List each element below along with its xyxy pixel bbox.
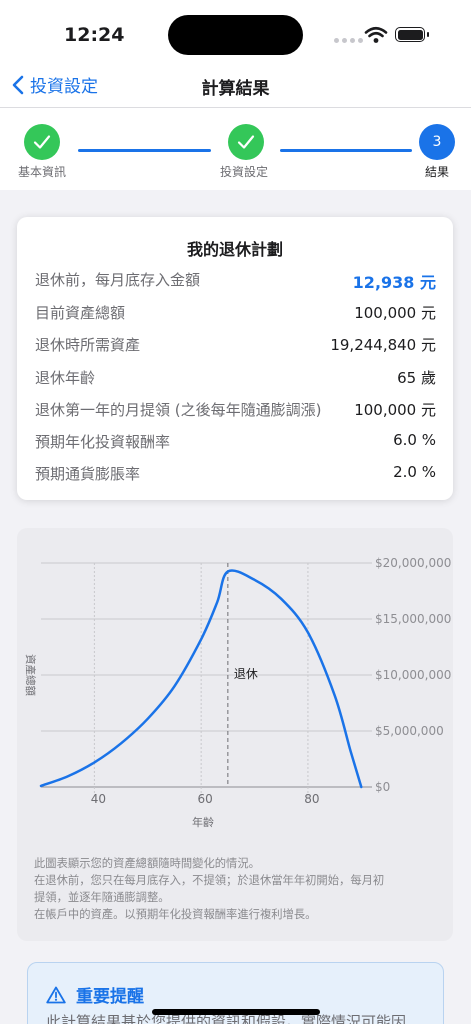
step-1-label: 基本資訊 [18,165,67,179]
x-axis-label: 年齡 [192,815,214,829]
asset-series-line [39,569,363,789]
step-2-done [228,124,264,160]
step-3-number: 3 [432,134,442,150]
retirement-marker-label: 退休 [234,667,258,681]
chart-note-line: 提領，並逐年隨通膨調整。 [34,891,170,904]
summary-row-monthly-deposit: 退休前，每月底存入金額 12,938 元 [35,269,436,293]
y-tick-label: $5,000,000 [375,724,444,738]
row-label: 預期通貨膨脹率 [35,465,141,483]
summary-row-return-rate: 預期年化投資報酬率 6.0 % [35,431,436,452]
summary-row-inflation-rate: 預期通貨膨脹率 2.0 % [35,463,436,484]
row-label: 退休時所需資產 [35,336,141,354]
notice-header: 重要提醒 [46,982,144,1007]
chart-note-line: 此圖表顯示您的資產總額隨時間變化的情況。 [34,857,260,870]
row-label: 退休前，每月底存入金額 [35,271,201,289]
row-value-highlight: 12,938 元 [352,273,436,292]
dynamic-island [168,15,303,55]
summary-row-retirement-age: 退休年齡 65 歲 [35,367,436,388]
asset-line-chart: $0 $5,000,000 $10,000,000 $15,000,000 $20,00… [24,556,451,829]
summary-row-monthly-withdrawal: 退休第一年的月提領 (之後每年隨通膨調漲) 100,000 元 [35,399,436,420]
status-time: 12:24 [64,24,125,46]
x-tick-label: 40 [91,792,106,806]
chart-note: 此圖表顯示您的資產總額隨時間變化的情況。 在退休前，您只在每月底存入，不提領；於… [34,855,439,923]
step-3-label: 結果 [425,165,450,179]
x-tick-label: 80 [304,792,319,806]
checkmark-icon [237,135,255,149]
y-tick-label: $15,000,000 [375,612,451,626]
home-indicator [152,1009,320,1015]
row-value: 65 歲 [397,369,436,387]
step-indicator: 基本資訊 投資設定 3 結果 [0,108,471,190]
step-connector-2 [280,149,412,152]
top-bar: 12:24 投資設定 計算結果 [0,0,471,108]
battery-icon [395,27,429,42]
y-tick-label: $10,000,000 [375,668,451,682]
page-title: 計算結果 [201,79,270,99]
warning-icon [46,986,66,1003]
notice-title: 重要提醒 [76,987,144,1007]
chart-note-line: 在帳戶中的資產。以預期年化投資報酬率進行複利增長。 [34,908,317,921]
summary-row-current-assets: 目前資產總額 100,000 元 [35,302,436,323]
row-label: 預期年化投資報酬率 [35,433,171,451]
row-label: 退休第一年的月提領 (之後每年隨通膨調漲) [35,401,322,419]
step-1-done [24,124,60,160]
row-value: 19,244,840 元 [330,336,436,354]
step-connector-1 [78,149,211,152]
chart-note-line: 在退休前，您只在每月底存入，不提領；於退休當年年初開始，每月初 [34,874,385,887]
y-axis-label: 資產總額 [24,654,37,696]
row-label: 退休年齡 [35,369,96,387]
checkmark-icon [33,135,51,149]
row-value: 100,000 元 [354,401,436,419]
y-tick-label: $20,000,000 [375,556,451,570]
x-tick-label: 60 [198,792,213,806]
row-value: 2.0 % [393,463,436,481]
card-title: 我的退休計劃 [186,240,283,259]
row-label: 目前資產總額 [35,304,126,322]
summary-row-required-assets: 退休時所需資產 19,244,840 元 [35,334,436,355]
row-value: 6.0 % [393,431,436,449]
cellular-signal-icon [334,38,363,43]
asset-chart-card: $0 $5,000,000 $10,000,000 $15,000,000 $20,00… [17,528,453,941]
row-value: 100,000 元 [354,304,436,322]
step-2-label: 投資設定 [220,165,269,179]
y-tick-label: $0 [375,780,390,794]
retirement-plan-card: 我的退休計劃 退休前，每月底存入金額 12,938 元 目前資產總額 100,0… [17,217,453,500]
step-3-current: 3 [419,124,455,160]
wifi-icon [364,26,388,43]
